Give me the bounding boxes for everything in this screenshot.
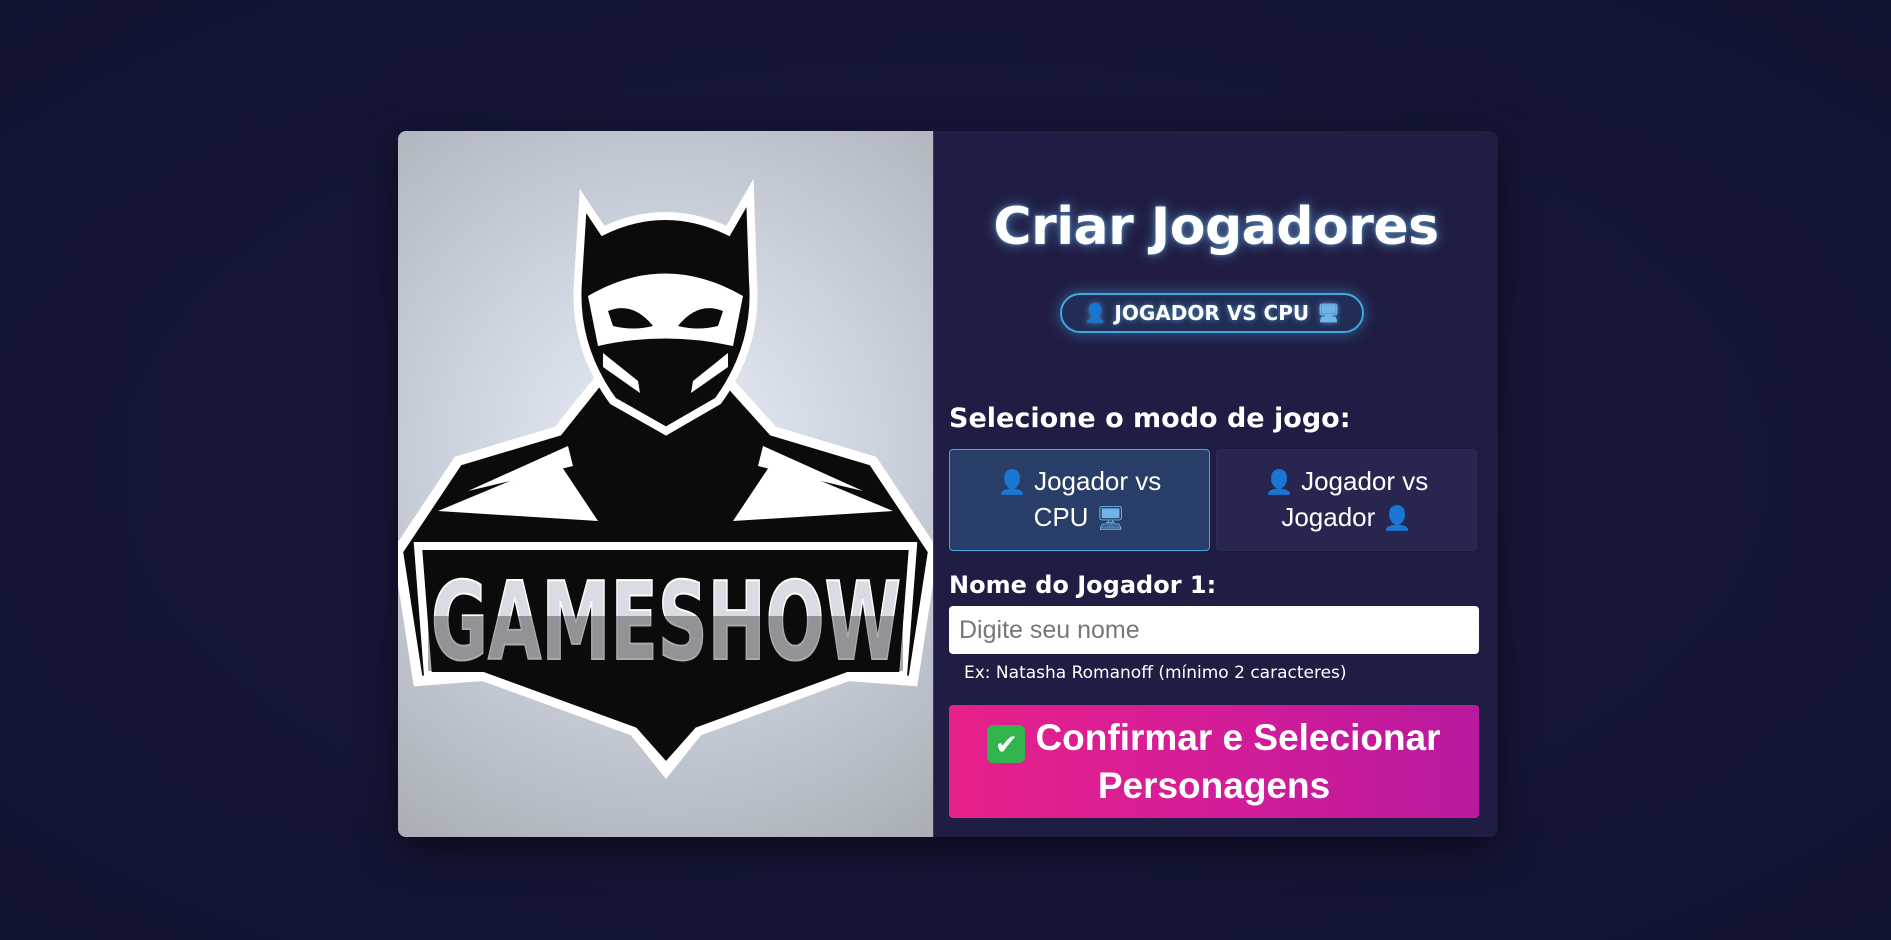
computer-icon: 🖥 (1317, 302, 1340, 324)
player-1-name-input[interactable] (949, 606, 1479, 654)
mode-option-line1: Jogador vs (1301, 466, 1429, 496)
user-icon: 👤 (1264, 468, 1294, 496)
player-setup-card: GAMESHOW Criar Jogadores 👤 JOGADOR VS CP… (398, 131, 1498, 837)
current-mode-badge: 👤 JOGADOR VS CPU 🖥 (1060, 293, 1364, 333)
mode-option-line2: CPU (1033, 502, 1089, 532)
user-icon: 👤 (1083, 302, 1107, 324)
game-mode-label: Selecione o modo de jogo: (949, 403, 1351, 434)
user-icon: 👤 (997, 468, 1027, 496)
page-title: Criar Jogadores (993, 197, 1439, 257)
mode-option-line1: Jogador vs (1034, 466, 1162, 496)
player-form-pane: Criar Jogadores 👤 JOGADOR VS CPU 🖥 Selec… (934, 131, 1498, 837)
player-1-name-label: Nome do Jogador 1: (949, 571, 1217, 599)
mode-option-line2: Jogador (1281, 502, 1376, 532)
gameshow-logo: GAMESHOW (398, 131, 934, 837)
masked-hero-logo-image: GAMESHOW (398, 178, 933, 780)
computer-icon: 🖥 (1095, 504, 1126, 532)
mode-badge-label: JOGADOR VS CPU (1114, 301, 1310, 325)
user-icon: 👤 (1382, 504, 1412, 532)
mode-player-vs-player-button[interactable]: 👤 Jogador vs Jogador 👤 (1216, 449, 1477, 551)
mode-player-vs-cpu-button[interactable]: 👤 Jogador vs CPU 🖥 (949, 449, 1210, 551)
confirm-select-characters-button[interactable]: ✔ Confirmar e Selecionar Personagens (949, 705, 1479, 818)
confirm-label-line1: Confirmar e Selecionar (1035, 716, 1441, 758)
confirm-label-line2: Personagens (1097, 765, 1331, 807)
name-hint: Ex: Natasha Romanoff (mínimo 2 caractere… (964, 663, 1347, 683)
check-mark-icon: ✔ (987, 725, 1026, 764)
